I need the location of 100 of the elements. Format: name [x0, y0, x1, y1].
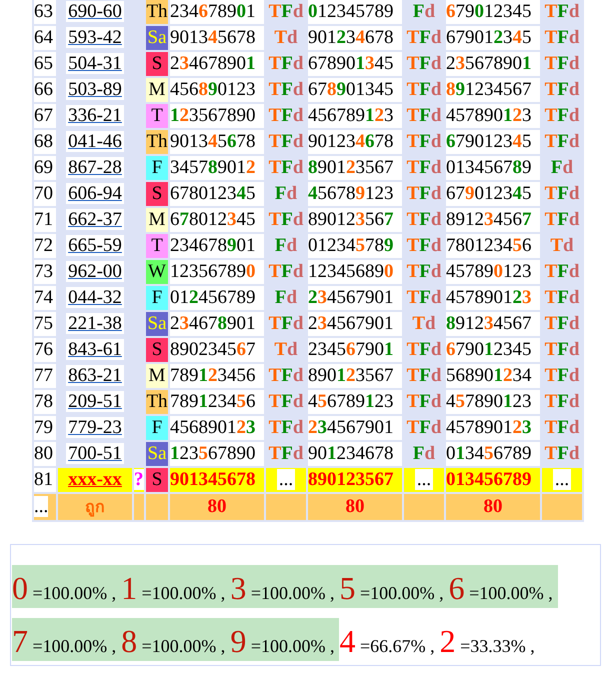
result-tag: TFd: [268, 209, 304, 230]
result-tag: TFd: [544, 131, 580, 152]
code-link[interactable]: 044-32: [66, 287, 124, 308]
day-badge: Th: [146, 130, 168, 154]
digit-sequence: 123456890: [308, 261, 394, 282]
result-tag: TFd: [268, 157, 304, 178]
digit-sequence: 679012345: [446, 339, 532, 360]
digit-sequence: 012456789: [170, 287, 256, 308]
result-tag: Td: [274, 27, 298, 48]
result-tag: TFd: [268, 261, 304, 282]
day-badge: Th: [146, 390, 168, 414]
result-tag: ...: [276, 469, 296, 490]
result-tag: TFd: [268, 105, 304, 126]
row-number: 78: [34, 391, 53, 412]
digit-stat: 9=100.00% ,: [230, 618, 340, 661]
result-tag: TFd: [406, 235, 442, 256]
row-number: 66: [34, 79, 53, 100]
digit-sequence: 901345678: [170, 131, 256, 152]
day-badge: M: [146, 208, 168, 232]
digit-sequence: 890123567: [308, 365, 394, 386]
code-link[interactable]: 690-60: [66, 1, 124, 22]
day-badge: M: [146, 78, 168, 102]
result-tag: Td: [412, 313, 436, 334]
row-number: 80: [34, 443, 53, 464]
result-tag: TFd: [268, 417, 304, 438]
day-badge: W: [146, 260, 168, 284]
code-link[interactable]: 606-94: [66, 183, 124, 204]
day-badge: Th: [146, 0, 168, 24]
row-number: 81: [34, 469, 53, 490]
digit-sequence: 012345789: [308, 235, 394, 256]
result-tag: TFd: [268, 1, 304, 22]
day-badge: S: [146, 52, 168, 76]
code-link[interactable]: 843-61: [66, 339, 124, 360]
code-link[interactable]: 593-42: [66, 27, 124, 48]
result-tag: Fd: [412, 1, 436, 22]
result-tag: TFd: [406, 183, 442, 204]
code-link[interactable]: 962-00: [66, 261, 124, 282]
result-tag: TFd: [406, 365, 442, 386]
code-link[interactable]: 041-46: [66, 131, 124, 152]
digit-sequence: 679012345: [446, 131, 532, 152]
result-tag: TFd: [544, 27, 580, 48]
code-link[interactable]: 867-28: [66, 157, 124, 178]
row-number: 68: [34, 131, 53, 152]
digit-sequence: 013456789: [446, 157, 532, 178]
code-link[interactable]: 662-37: [66, 209, 124, 230]
digit-sequence: 901345678: [170, 469, 256, 490]
result-tag: TFd: [406, 157, 442, 178]
day-badge: S: [146, 182, 168, 206]
digit-sequence: 123567890: [170, 443, 256, 464]
day-badge: Sa: [146, 312, 168, 336]
digit-sequence: 457890123: [446, 417, 532, 438]
row-number: 69: [34, 157, 53, 178]
digit-sequence: 568901234: [446, 365, 532, 386]
code-link[interactable]: 221-38: [66, 313, 124, 334]
code-link[interactable]: 503-89: [66, 79, 124, 100]
day-badge: S: [146, 338, 168, 362]
hit-count: 80: [482, 495, 504, 519]
result-tag: TFd: [544, 417, 580, 438]
digit-sequence: 345789012: [170, 157, 256, 178]
result-tag: TFd: [544, 365, 580, 386]
digit-sequence: 679012345: [446, 1, 532, 22]
code-link[interactable]: 863-21: [66, 365, 124, 386]
code-link[interactable]: 779-23: [66, 417, 124, 438]
result-tag: TFd: [544, 183, 580, 204]
day-badge: T: [146, 234, 168, 258]
digit-sequence: 901234678: [308, 443, 394, 464]
row-number: 74: [34, 287, 53, 308]
digit-stat: 7=100.00% ,: [12, 618, 122, 661]
code-link[interactable]: 665-59: [66, 235, 124, 256]
digit-sequence: 679012345: [446, 183, 532, 204]
result-tag: TFd: [268, 365, 304, 386]
result-tag: TFd: [406, 287, 442, 308]
result-tag: Fd: [550, 157, 574, 178]
digit-sequence: 456890123: [170, 417, 256, 438]
digit-sequence: 678012345: [170, 183, 256, 204]
digit-sequence: 901234678: [308, 131, 394, 152]
code-link[interactable]: 504-31: [66, 53, 124, 74]
row-number: 64: [34, 27, 53, 48]
code-link[interactable]: 336-21: [66, 105, 124, 126]
result-tag: Fd: [274, 183, 298, 204]
code-link[interactable]: 209-51: [66, 391, 124, 412]
result-tag: ...: [414, 469, 434, 490]
digit-stat: 1=100.00% ,: [121, 565, 230, 608]
day-badge: M: [146, 364, 168, 388]
digit-sequence: 234567901: [308, 417, 394, 438]
day-badge: T: [146, 104, 168, 128]
digit-sequence: 234567901: [308, 313, 394, 334]
digit-sequence: 013456789: [446, 443, 532, 464]
digit-sequence: 457890123: [446, 287, 532, 308]
digit-sequence: 678012345: [170, 209, 256, 230]
digit-sequence: 891234567: [446, 209, 532, 230]
day-badge: F: [146, 156, 168, 180]
result-tag: TFd: [406, 105, 442, 126]
day-badge: S: [146, 468, 168, 492]
code-link[interactable]: 700-51: [66, 443, 124, 464]
row-number: 71: [34, 209, 53, 230]
digit-sequence: 456789123: [308, 391, 394, 412]
result-tag: TFd: [406, 209, 442, 230]
result-tag: TFd: [544, 53, 580, 74]
row-number: 63: [34, 1, 53, 22]
